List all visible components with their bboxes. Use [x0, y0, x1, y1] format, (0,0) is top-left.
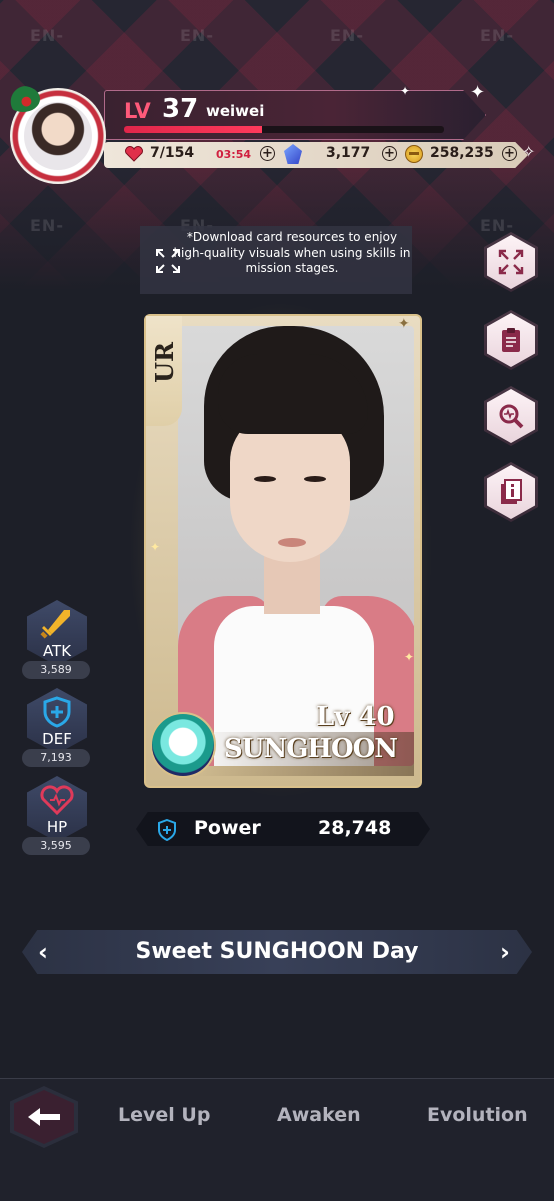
card-level: Lv 40 [316, 702, 395, 732]
info-button[interactable] [484, 462, 538, 522]
brand-watermark: EN- [330, 26, 364, 45]
add-coins-button[interactable]: + [502, 146, 517, 161]
atk-label: ATK [42, 642, 72, 660]
chevron-right-icon[interactable]: › [500, 938, 510, 966]
brand-watermark: EN- [30, 26, 64, 45]
inspect-button[interactable] [484, 386, 538, 446]
heart-icon [125, 146, 143, 162]
sparkle-icon: ✧ [522, 142, 536, 161]
card-rarity: UR [150, 342, 179, 383]
sparkle-icon: ✦ [404, 650, 415, 664]
hp-value: 3,595 [22, 837, 90, 855]
sword-icon [40, 610, 70, 639]
power-shield-icon [158, 819, 176, 841]
power-label: Power [194, 817, 261, 839]
xp-progress-bar [124, 126, 444, 133]
def-value: 7,193 [22, 749, 90, 767]
brand-watermark: EN- [180, 26, 214, 45]
arrow-left-icon [28, 1108, 60, 1126]
brand-watermark: EN- [480, 216, 514, 235]
sparkle-icon: ✦ [150, 540, 161, 554]
info-icon [501, 479, 522, 504]
tab-level-up[interactable]: Level Up [118, 1104, 210, 1126]
add-hearts-button[interactable]: + [260, 146, 275, 161]
bottom-nav [0, 1078, 554, 1201]
level-label: LV [124, 99, 151, 123]
card-artwork [178, 326, 414, 766]
chevron-left-icon[interactable]: ‹ [38, 938, 48, 966]
avatar-photo [24, 102, 92, 170]
power-value: 28,748 [318, 817, 392, 839]
heart-timer: 03:54 [216, 148, 252, 161]
player-level: 37 [162, 94, 199, 124]
sparkle-icon: ✦ [398, 316, 410, 332]
def-label: DEF [42, 730, 72, 748]
card-name: SUNGHOON [224, 734, 398, 764]
tab-evolution[interactable]: Evolution [427, 1104, 528, 1126]
coin-icon [405, 145, 423, 163]
notice-text: *Download card resources to enjoy high-q… [173, 230, 411, 275]
brand-watermark: EN- [30, 216, 64, 235]
expand-icon [498, 249, 524, 275]
clipboard-icon [502, 328, 520, 352]
coins-count: 258,235 [430, 145, 494, 161]
sparkle-icon: ✦ [400, 84, 411, 98]
magnifier-icon [499, 404, 524, 429]
gems-count: 3,177 [326, 145, 371, 161]
holly-decoration-icon [6, 86, 40, 112]
atk-value: 3,589 [22, 661, 90, 679]
heart-icon [40, 785, 74, 816]
shield-icon [43, 696, 71, 728]
sparkle-icon: ✦ [470, 82, 486, 103]
lightbulb-icon[interactable] [150, 712, 216, 778]
hp-label: HP [46, 818, 68, 836]
add-gems-button[interactable]: + [382, 146, 397, 161]
username: weiwei [206, 102, 265, 120]
card-details-button[interactable] [484, 310, 538, 370]
tab-awaken[interactable]: Awaken [277, 1104, 361, 1126]
hearts-count: 7/154 [150, 145, 195, 161]
brand-watermark: EN- [480, 26, 514, 45]
card-title: Sweet SUNGHOON Day [135, 939, 419, 964]
